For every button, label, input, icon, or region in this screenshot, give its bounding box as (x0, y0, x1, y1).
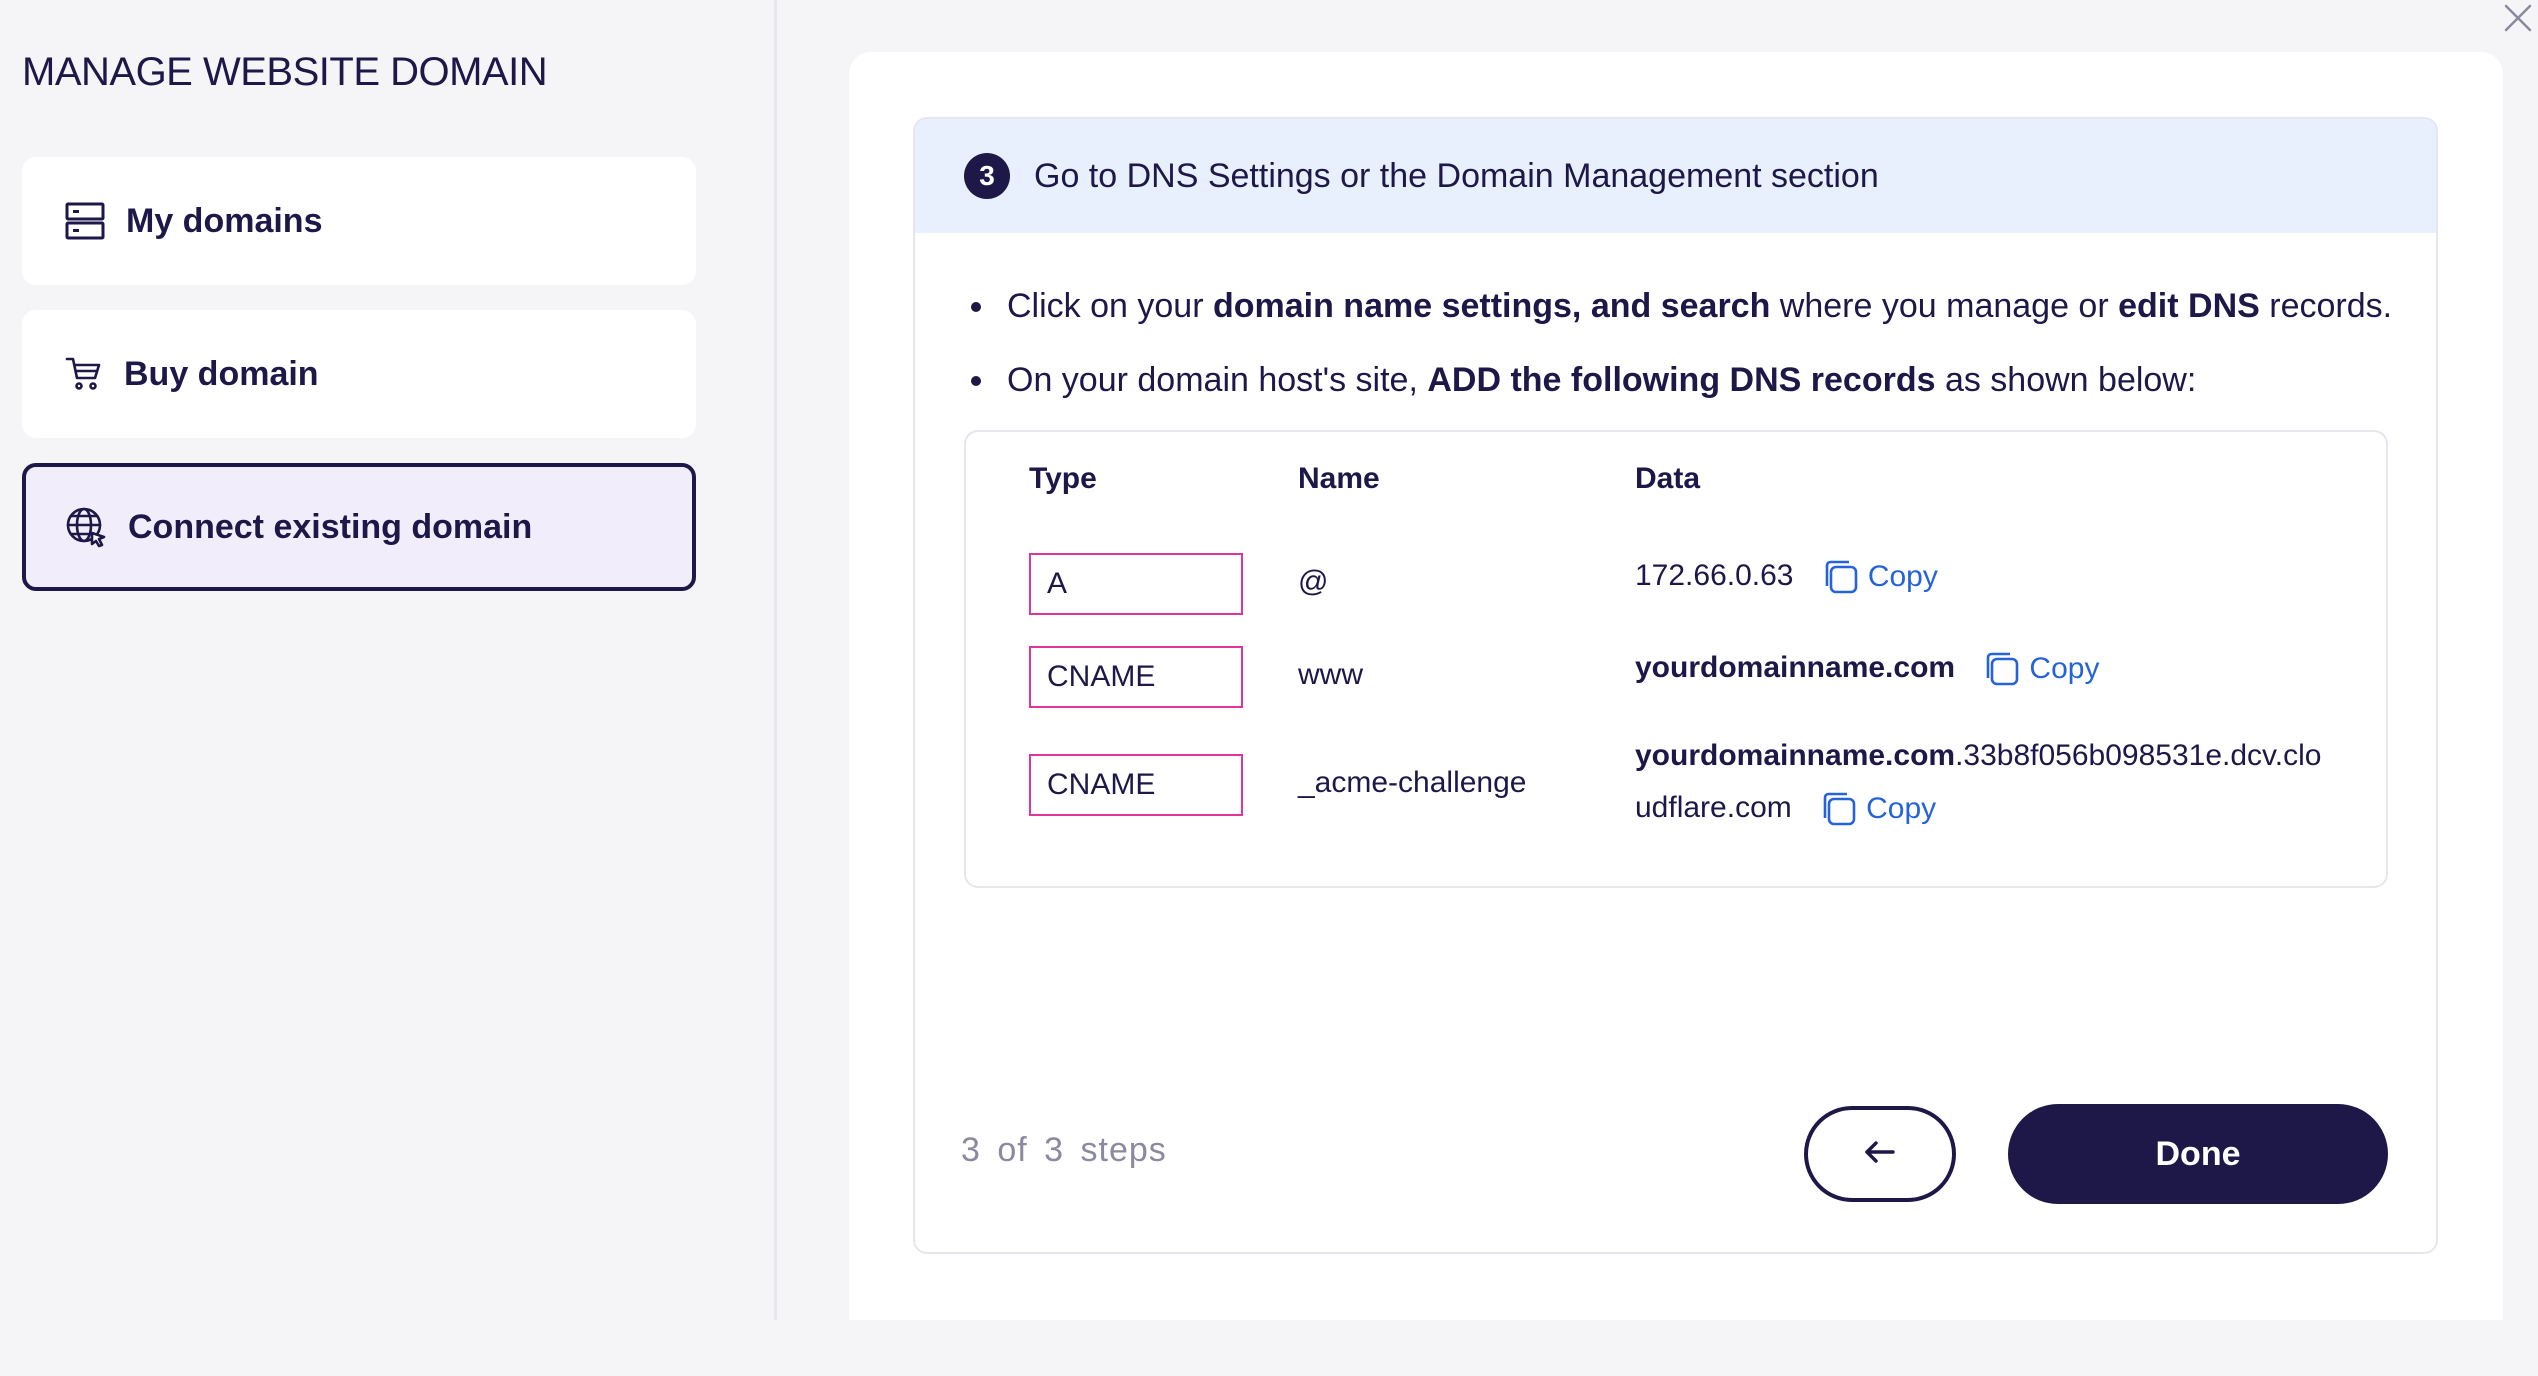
copy-button[interactable]: Copy (1820, 783, 1936, 835)
step-card: 3 Go to DNS Settings or the Domain Manag… (913, 117, 2438, 1254)
sidebar-divider (774, 0, 777, 1320)
instruction-item: Click on your domain name settings, and … (965, 269, 2405, 343)
column-header-data: Data (1635, 462, 1701, 495)
sidebar: MANAGE WEBSITE DOMAIN My domains Buy dom… (0, 0, 774, 1320)
column-header-type: Type (1029, 462, 1097, 495)
copy-icon (1825, 560, 1858, 594)
step-title: Go to DNS Settings or the Domain Managem… (1034, 156, 1879, 195)
copy-icon (1823, 792, 1856, 826)
cart-icon (64, 354, 104, 394)
sidebar-item-buy-domain[interactable]: Buy domain (22, 310, 696, 438)
step-header: 3 Go to DNS Settings or the Domain Manag… (915, 119, 2436, 233)
close-icon (2500, 4, 2536, 40)
record-name: @ (1298, 565, 1329, 598)
globe-cursor-icon (64, 505, 108, 549)
copy-icon (1987, 652, 2019, 686)
server-icon (64, 200, 106, 242)
sidebar-title: MANAGE WEBSITE DOMAIN (22, 50, 548, 94)
column-header-name: Name (1298, 462, 1380, 495)
record-data: yourdomainname.com Copy (1635, 650, 2099, 688)
step-progress-text: 3 of 3 steps (961, 1131, 1167, 1169)
dns-records-table: Type Name Data A @ 172.66.0.63 Copy CNAM… (964, 430, 2388, 888)
arrow-left-icon (1862, 1137, 1898, 1172)
copy-button[interactable]: Copy (1983, 650, 2099, 688)
copy-button[interactable]: Copy (1822, 558, 1938, 596)
step-number-badge: 3 (964, 153, 1010, 199)
record-type-field[interactable]: CNAME (1029, 646, 1243, 708)
sidebar-item-label: My domains (126, 201, 323, 240)
sidebar-item-label: Connect existing domain (128, 507, 533, 546)
sidebar-item-my-domains[interactable]: My domains (22, 157, 696, 285)
instructions-list: Click on your domain name settings, and … (965, 269, 2405, 417)
done-button[interactable]: Done (2008, 1104, 2388, 1204)
record-type-field[interactable]: A (1029, 553, 1243, 615)
record-name: _acme-challenge (1298, 766, 1527, 799)
sidebar-item-connect-existing-domain[interactable]: Connect existing domain (22, 463, 696, 591)
instruction-item: On your domain host's site, ADD the foll… (965, 343, 2405, 417)
record-name: www (1298, 658, 1363, 691)
close-button[interactable] (2500, 0, 2536, 36)
record-data: 172.66.0.63 Copy (1635, 558, 1938, 596)
record-type-field[interactable]: CNAME (1029, 754, 1243, 816)
record-data: yourdomainname.com.33b8f056b098531e.dcv.… (1635, 730, 2322, 835)
sidebar-item-label: Buy domain (124, 354, 319, 393)
back-button[interactable] (1804, 1106, 1956, 1202)
